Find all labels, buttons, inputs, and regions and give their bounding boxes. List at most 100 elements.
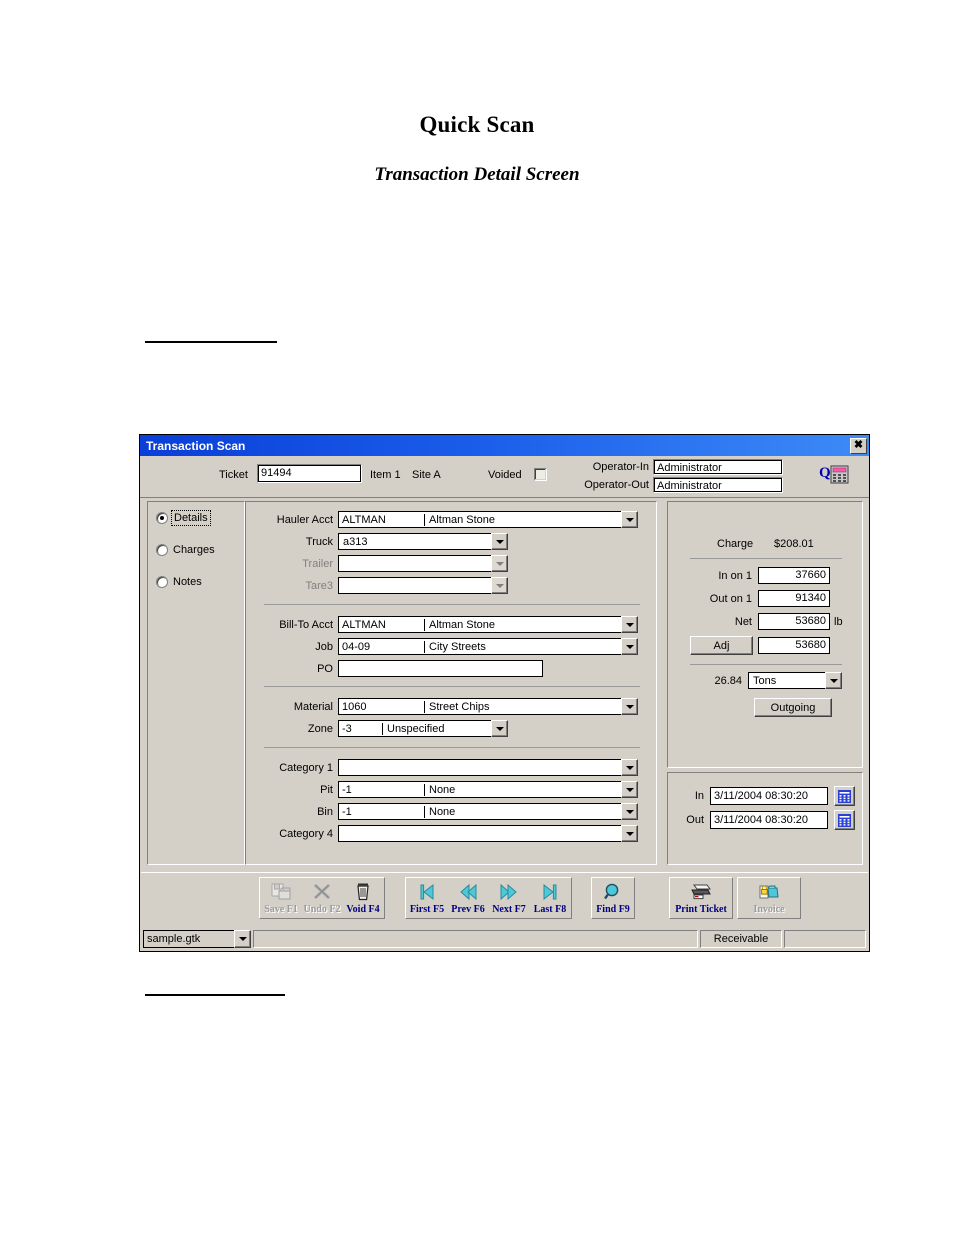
chevron-down-icon[interactable]: [825, 672, 842, 689]
weight-net: Net 53680 lb: [690, 613, 843, 630]
chevron-down-icon[interactable]: [621, 825, 638, 842]
chevron-down-icon[interactable]: [491, 533, 508, 550]
field-desc[interactable]: Altman Stone: [425, 619, 621, 631]
time-out-input[interactable]: 3/11/2004 08:30:20: [710, 811, 828, 829]
window-title: Transaction Scan: [146, 438, 246, 453]
toolbar-group-invoice: Invoice: [737, 877, 801, 919]
operator-out-input[interactable]: Administrator: [653, 477, 783, 493]
quickscan-calculator-icon[interactable]: Q: [819, 462, 851, 491]
field-trailer: Trailer: [266, 555, 508, 572]
mode-radio-notes[interactable]: Notes: [156, 576, 202, 588]
weight-adj-input[interactable]: 53680: [758, 637, 830, 654]
field-desc[interactable]: City Streets: [425, 641, 621, 653]
next-record-icon: [498, 882, 520, 902]
chevron-down-icon[interactable]: [621, 638, 638, 655]
field-code[interactable]: ALTMAN: [339, 618, 425, 631]
operator-in-input[interactable]: Administrator: [653, 459, 783, 475]
field-label: Bill-To Acct: [279, 618, 333, 631]
chevron-down-icon[interactable]: [621, 759, 638, 776]
ticket-input[interactable]: 91494: [257, 464, 362, 483]
account-type-cell: Receivable: [700, 930, 782, 948]
weight-out-label: Out on 1: [709, 592, 752, 605]
weights-separator-2: [690, 664, 842, 665]
file-selector-value[interactable]: sample.gtk: [143, 930, 234, 948]
divider-bottom: [145, 994, 285, 996]
form-separator-2: [264, 686, 640, 687]
last-record-button[interactable]: Last F8: [530, 879, 570, 917]
field-code[interactable]: 04-09: [339, 640, 425, 653]
printer-icon: [690, 882, 712, 902]
prev-record-button[interactable]: Prev F6: [448, 879, 488, 917]
find-label: Find F9: [596, 904, 630, 915]
field-desc[interactable]: Street Chips: [425, 701, 621, 713]
undo-x-icon: [311, 882, 333, 902]
weight-in: In on 1 37660: [690, 567, 830, 584]
status-message: [253, 930, 698, 948]
time-in-input[interactable]: 3/11/2004 08:30:20: [710, 787, 828, 805]
field-code[interactable]: a313: [339, 536, 491, 548]
transaction-header: Ticket 91494 Item 1 Site A Voided Operat…: [140, 456, 869, 498]
chevron-down-icon[interactable]: [621, 698, 638, 715]
calendar-icon[interactable]: [834, 786, 855, 806]
chevron-down-icon[interactable]: [621, 616, 638, 633]
time-in-label: In: [694, 790, 704, 802]
invoice-label: Invoice: [753, 904, 785, 915]
form-separator-1: [264, 604, 640, 605]
direction-button[interactable]: Outgoing: [754, 698, 832, 717]
field-job: Job 04-09 City Streets: [266, 638, 638, 655]
field-code[interactable]: 1060: [339, 700, 425, 713]
void-button[interactable]: Void F4: [343, 879, 383, 917]
toolbar-group-print: Print Ticket: [669, 877, 733, 919]
next-record-button[interactable]: Next F7: [489, 879, 529, 917]
field-desc[interactable]: None: [425, 806, 621, 818]
chevron-down-icon[interactable]: [234, 930, 251, 948]
field-code[interactable]: -1: [339, 783, 425, 796]
close-icon[interactable]: ✖: [850, 437, 867, 454]
toolbar-group-navigation: First F5 Prev F6 Next F7 Last F8: [405, 877, 572, 919]
field-code[interactable]: -3: [339, 722, 383, 735]
field-desc[interactable]: None: [425, 784, 621, 796]
print-ticket-button[interactable]: Print Ticket: [671, 879, 731, 917]
operator-in-label: Operator-In: [592, 461, 649, 473]
chevron-down-icon[interactable]: [621, 511, 638, 528]
prev-record-label: Prev F6: [451, 904, 485, 915]
first-record-button[interactable]: First F5: [407, 879, 447, 917]
site-label: Site A: [412, 469, 441, 481]
file-selector[interactable]: sample.gtk: [143, 930, 251, 948]
mode-radio-charges[interactable]: Charges: [156, 544, 215, 556]
time-out-label: Out: [686, 814, 704, 826]
print-ticket-label: Print Ticket: [675, 904, 727, 915]
action-toolbar: Save F1 Undo F2 Void F4 First F5 Prev F6…: [141, 872, 868, 920]
mode-radio-details[interactable]: Details: [156, 510, 211, 526]
voided-checkbox[interactable]: [534, 468, 547, 481]
window-titlebar: Transaction Scan ✖: [140, 435, 869, 456]
find-button[interactable]: Find F9: [593, 879, 633, 917]
invoice-button: Invoice: [739, 879, 799, 917]
chevron-down-icon[interactable]: [621, 803, 638, 820]
field-code[interactable]: ALTMAN: [339, 513, 425, 526]
field-desc[interactable]: Unspecified: [383, 723, 491, 735]
toolbar-group-edit: Save F1 Undo F2 Void F4: [259, 877, 385, 919]
field-code[interactable]: -1: [339, 805, 425, 818]
chevron-down-icon[interactable]: [491, 720, 508, 737]
field-pit: Pit -1 None: [266, 781, 638, 798]
calendar-icon[interactable]: [834, 810, 855, 830]
field-desc[interactable]: Altman Stone: [425, 514, 621, 526]
weight-out-input[interactable]: 91340: [758, 590, 830, 607]
adj-button[interactable]: Adj: [690, 636, 753, 655]
status-bar: sample.gtk Receivable: [141, 928, 868, 950]
field-bill-to-acct: Bill-To Acct ALTMAN Altman Stone: [266, 616, 638, 633]
chevron-down-icon[interactable]: [621, 781, 638, 798]
page-subtitle: Transaction Detail Screen: [374, 164, 580, 185]
unit-selected[interactable]: Tons: [749, 675, 825, 687]
weight-in-input[interactable]: 37660: [758, 567, 830, 584]
field-zone: Zone -3 Unspecified: [266, 720, 508, 737]
form-separator-3: [264, 747, 640, 748]
mode-label-notes: Notes: [173, 576, 202, 588]
weights-panel: Charge $208.01 In on 1 37660 Out on 1 91…: [667, 501, 863, 768]
chevron-down-icon: [491, 555, 508, 572]
weight-adj: Adj 53680: [690, 636, 830, 655]
divider-top: [145, 341, 277, 343]
converted-weight-value: 26.84: [714, 674, 742, 687]
last-record-label: Last F8: [533, 904, 567, 915]
